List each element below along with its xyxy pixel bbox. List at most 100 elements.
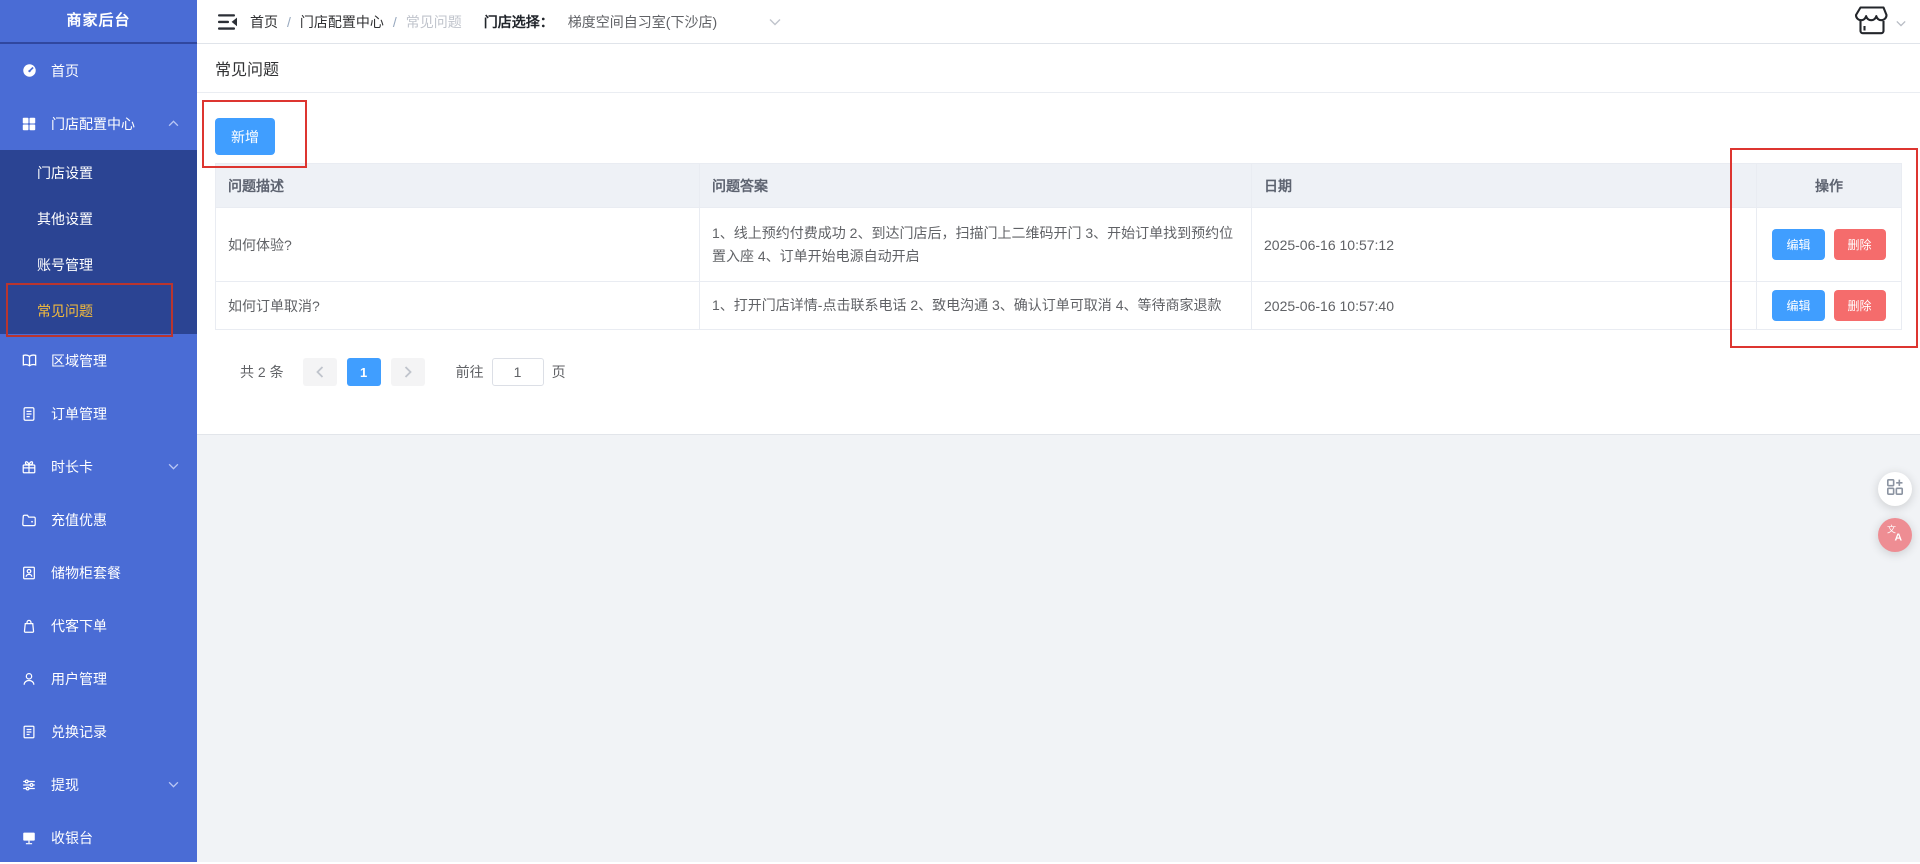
sidebar-item-locker-package[interactable]: 储物柜套餐 <box>0 546 197 599</box>
sidebar-item-label: 订单管理 <box>51 405 107 422</box>
list-icon <box>20 723 38 741</box>
pagination: 共 2 条 1 前往 页 <box>240 358 566 386</box>
sidebar-item-faq-active[interactable]: 常见问题 <box>0 288 197 334</box>
prev-page-button[interactable] <box>302 358 337 386</box>
cell-actions: 编辑 删除 <box>1757 208 1901 282</box>
sidebar-item-label: 收银台 <box>51 829 93 846</box>
chevron-up-icon <box>168 120 179 127</box>
breadcrumb: 首页 / 门店配置中心 / 常见问题 <box>250 12 462 32</box>
storefront-icon <box>1854 4 1890 42</box>
faq-card: 常见问题 新增 问题描述 问题答案 日期 操作 如何体验? 1、线上预约付费成功… <box>197 44 1920 435</box>
monitor-icon <box>20 829 38 847</box>
bag-icon <box>20 617 38 635</box>
sliders-icon <box>20 776 38 794</box>
cell-actions: 编辑 删除 <box>1757 282 1901 330</box>
sidebar-item-store-settings[interactable]: 门店设置 <box>0 150 197 196</box>
col-header-date: 日期 <box>1252 164 1757 208</box>
sidebar-collapse-icon[interactable] <box>218 13 238 31</box>
sidebar: 商家后台 首页 门店配置中心 门店设置 其他设置 账号管理 常见问题 区域管理 … <box>0 0 197 862</box>
breadcrumb-current: 常见问题 <box>405 13 462 30</box>
gift-icon <box>20 458 38 476</box>
topbar: 首页 / 门店配置中心 / 常见问题 门店选择： 梯度空间自习室(下沙店) <box>197 0 1920 44</box>
sidebar-item-withdraw[interactable]: 提现 <box>0 758 197 811</box>
grid-icon <box>20 115 38 133</box>
col-header-answer: 问题答案 <box>700 164 1252 208</box>
sidebar-item-area-management[interactable]: 区域管理 <box>0 334 197 387</box>
sidebar-item-label: 时长卡 <box>51 458 93 475</box>
store-account-menu[interactable] <box>1854 4 1906 42</box>
sidebar-item-account-management[interactable]: 账号管理 <box>0 242 197 288</box>
sidebar-item-label: 区域管理 <box>51 352 107 369</box>
col-header-actions: 操作 <box>1757 164 1901 208</box>
store-select[interactable]: 梯度空间自习室(下沙店) <box>568 12 781 32</box>
col-header-question: 问题描述 <box>216 164 700 208</box>
sidebar-item-other-settings[interactable]: 其他设置 <box>0 196 197 242</box>
widget-settings-button[interactable] <box>1878 472 1912 506</box>
cell-date: 2025-06-16 10:57:40 <box>1252 282 1757 330</box>
sidebar-item-recharge-discount[interactable]: 充值优惠 <box>0 493 197 546</box>
sidebar-item-cashier[interactable]: 收银台 <box>0 811 197 864</box>
faq-table: 问题描述 问题答案 日期 操作 如何体验? 1、线上预约付费成功 2、到达门店后… <box>215 163 1902 330</box>
wallet-icon <box>20 511 38 529</box>
delete-button[interactable]: 删除 <box>1833 290 1886 321</box>
svg-text:A: A <box>1895 531 1903 543</box>
cell-question: 如何订单取消? <box>216 282 700 330</box>
sidebar-submenu: 门店设置 其他设置 账号管理 常见问题 <box>0 150 197 334</box>
chevron-down-icon <box>769 18 781 26</box>
goto-page-input[interactable] <box>491 358 544 386</box>
sidebar-item-label: 储物柜套餐 <box>51 564 121 581</box>
pagination-total: 共 2 条 <box>240 364 284 380</box>
locker-icon <box>20 564 38 582</box>
chevron-down-icon <box>168 781 179 788</box>
dashboard-icon <box>20 62 38 80</box>
sidebar-item-exchange-records[interactable]: 兑换记录 <box>0 705 197 758</box>
sidebar-item-valet-order[interactable]: 代客下单 <box>0 599 197 652</box>
breadcrumb-store-config[interactable]: 门店配置中心 <box>300 12 384 32</box>
sidebar-item-user-management[interactable]: 用户管理 <box>0 652 197 705</box>
translate-button[interactable]: 文A <box>1878 518 1912 552</box>
breadcrumb-separator: / <box>287 13 291 30</box>
cell-answer: 1、打开门店详情-点击联系电话 2、致电沟通 3、确认订单可取消 4、等待商家退… <box>700 282 1252 330</box>
edit-button[interactable]: 编辑 <box>1772 290 1825 321</box>
breadcrumb-separator: / <box>392 13 397 30</box>
store-select-value: 梯度空间自习室(下沙店) <box>567 13 718 30</box>
document-icon <box>20 405 38 423</box>
chevron-down-icon <box>1896 20 1906 27</box>
goto-label: 前往 <box>455 364 484 380</box>
add-button[interactable]: 新增 <box>215 118 275 155</box>
user-icon <box>20 670 38 688</box>
table-row: 如何体验? 1、线上预约付费成功 2、到达门店后，扫描门上二维码开门 3、开始订… <box>216 208 1901 282</box>
card-header: 常见问题 <box>197 44 1920 93</box>
delete-button[interactable]: 删除 <box>1833 229 1886 260</box>
page-number-1[interactable]: 1 <box>346 358 381 386</box>
goto-unit: 页 <box>551 364 566 380</box>
sidebar-item-label: 充值优惠 <box>51 511 107 528</box>
sidebar-item-store-config-center[interactable]: 门店配置中心 <box>0 97 197 150</box>
edit-button[interactable]: 编辑 <box>1772 229 1825 260</box>
sidebar-item-label: 代客下单 <box>51 617 107 634</box>
app-root: 商家后台 首页 门店配置中心 门店设置 其他设置 账号管理 常见问题 区域管理 … <box>0 0 1920 862</box>
page-background <box>197 435 1920 862</box>
sidebar-item-time-card[interactable]: 时长卡 <box>0 440 197 493</box>
sidebar-item-label: 首页 <box>51 62 79 79</box>
sidebar-item-order-management[interactable]: 订单管理 <box>0 387 197 440</box>
store-select-label: 门店选择： <box>483 13 554 30</box>
chevron-down-icon <box>168 463 179 470</box>
breadcrumb-home[interactable]: 首页 <box>250 12 278 32</box>
sidebar-item-label: 提现 <box>51 776 79 793</box>
book-icon <box>20 352 38 370</box>
page-title: 常见问题 <box>215 62 280 79</box>
table-row: 如何订单取消? 1、打开门店详情-点击联系电话 2、致电沟通 3、确认订单可取消… <box>216 282 1901 330</box>
cell-answer: 1、线上预约付费成功 2、到达门店后，扫描门上二维码开门 3、开始订单找到预约位… <box>700 208 1252 282</box>
translate-icon: 文A <box>1885 523 1905 548</box>
sidebar-item-label: 门店配置中心 <box>51 115 135 132</box>
sidebar-item-home[interactable]: 首页 <box>0 44 197 97</box>
table-header-row: 问题描述 问题答案 日期 操作 <box>216 164 1901 208</box>
app-title: 商家后台 <box>0 0 197 44</box>
cell-date: 2025-06-16 10:57:12 <box>1252 208 1757 282</box>
cell-question: 如何体验? <box>216 208 700 282</box>
sidebar-item-label: 兑换记录 <box>51 723 107 740</box>
components-plus-icon <box>1886 478 1904 501</box>
next-page-button[interactable] <box>390 358 425 386</box>
sidebar-item-label: 用户管理 <box>51 670 107 687</box>
